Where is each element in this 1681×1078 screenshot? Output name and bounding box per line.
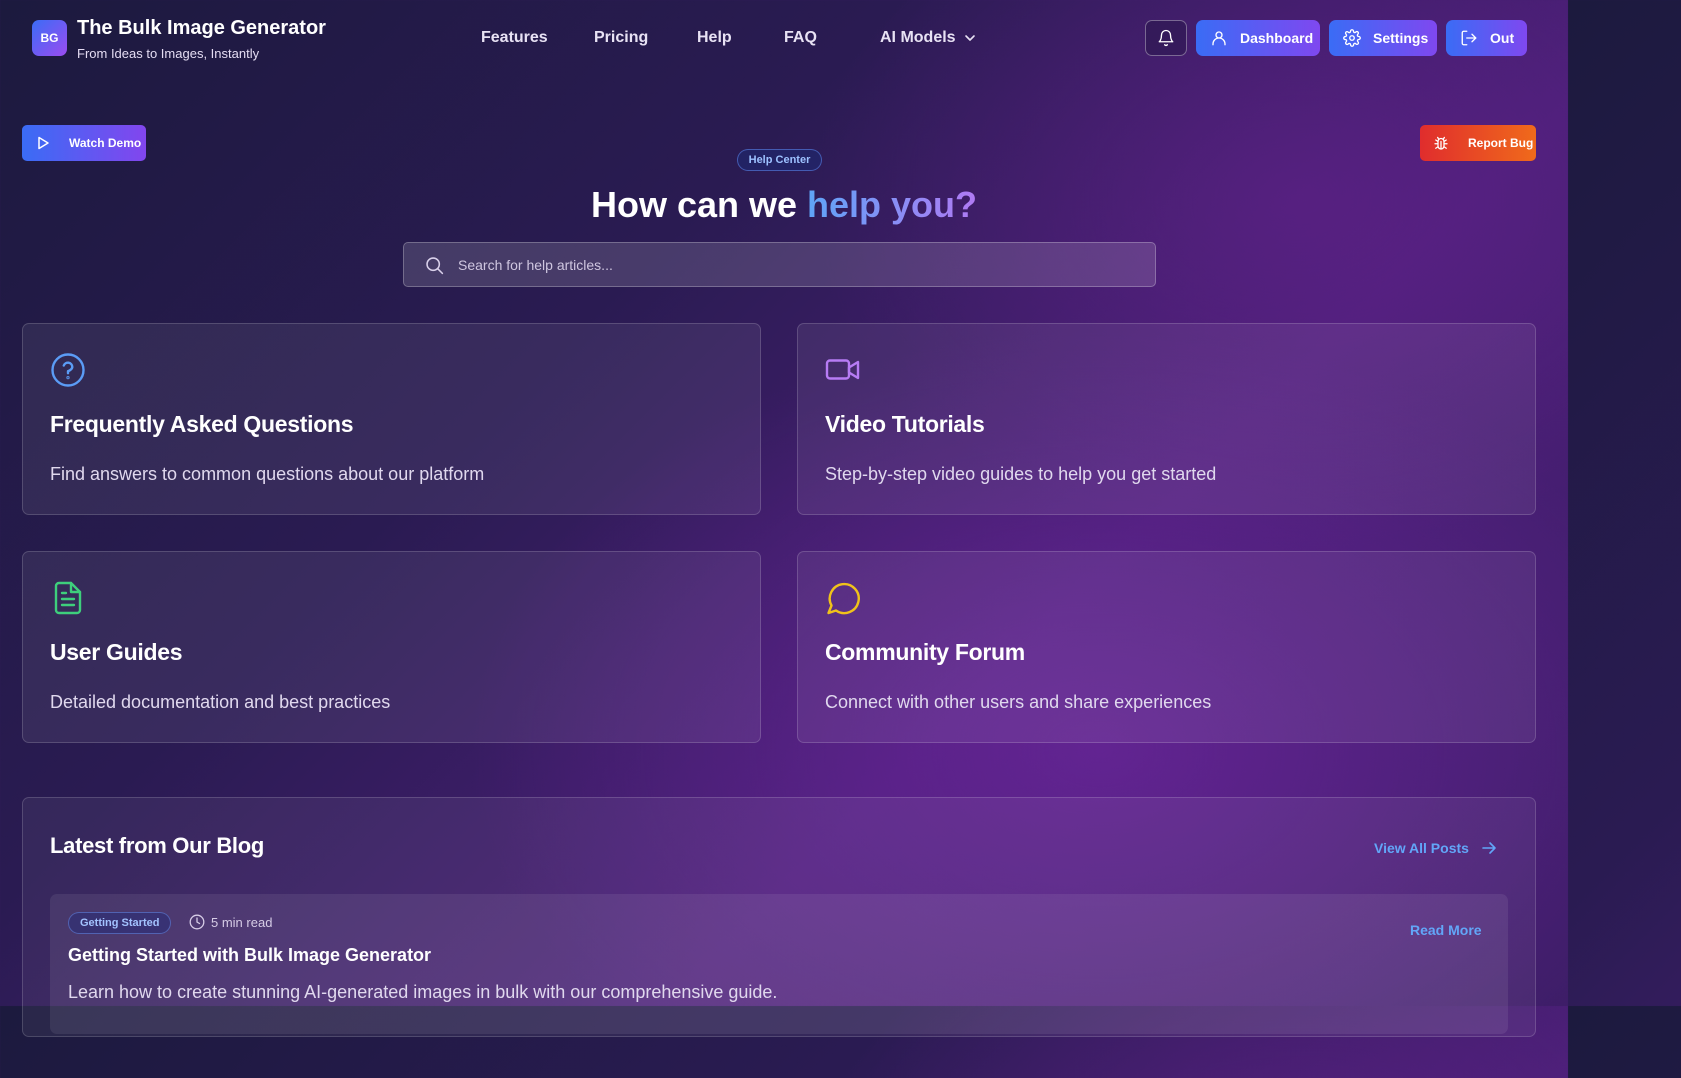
- chat-bubble-icon: [827, 582, 860, 615]
- page-title-plain: How can we: [590, 184, 798, 225]
- card-title: User Guides: [50, 639, 183, 665]
- card-description: Find answers to common questions about o…: [50, 464, 485, 484]
- settings-button[interactable]: Settings: [1329, 20, 1437, 56]
- post-title[interactable]: Getting Started with Bulk Image Generato…: [68, 945, 431, 966]
- logout-label: Out: [1490, 30, 1515, 46]
- page-title-highlight: help you?: [807, 184, 978, 225]
- question-circle-icon: [51, 353, 85, 387]
- post-read-time-label: 5 min read: [211, 914, 273, 930]
- play-icon: [38, 136, 49, 150]
- brand-subtitle: From Ideas to Images, Instantly: [77, 46, 260, 61]
- post-read-time: 5 min read: [189, 914, 272, 930]
- bell-icon: [1158, 29, 1174, 47]
- brand-title[interactable]: The Bulk Image Generator: [77, 17, 326, 40]
- search-icon: [426, 257, 444, 275]
- nav-ai-models-label: AI Models: [880, 29, 956, 46]
- card-description: Detailed documentation and best practice…: [50, 692, 391, 712]
- report-bug-label: Report Bug: [1468, 136, 1534, 150]
- logout-icon: [1461, 30, 1477, 46]
- post-description: Learn how to create stunning AI-generate…: [68, 982, 778, 1002]
- document-icon: [54, 581, 82, 615]
- faq-card[interactable]: Frequently Asked Questions Find answers …: [22, 323, 761, 515]
- logout-button[interactable]: Out: [1446, 20, 1527, 56]
- notifications-button[interactable]: [1145, 20, 1187, 56]
- user-guides-card[interactable]: User Guides Detailed documentation and b…: [22, 551, 761, 743]
- post-category-badge: Getting Started: [68, 912, 172, 934]
- read-more-link[interactable]: Read More: [1410, 922, 1482, 938]
- card-title: Video Tutorials: [825, 411, 985, 437]
- blog-title: Latest from Our Blog: [50, 833, 265, 858]
- card-title: Community Forum: [825, 639, 1025, 665]
- nav-features[interactable]: Features: [481, 29, 548, 47]
- dashboard-label: Dashboard: [1240, 30, 1314, 46]
- watch-demo-button[interactable]: Watch Demo: [22, 125, 146, 161]
- nav-ai-models-dropdown[interactable]: AI Models: [880, 29, 976, 47]
- nav-pricing[interactable]: Pricing: [594, 29, 648, 47]
- view-all-posts-link[interactable]: View All Posts: [1374, 840, 1497, 856]
- gear-icon: [1343, 29, 1361, 47]
- clock-icon: [189, 914, 205, 930]
- user-icon: [1212, 31, 1226, 46]
- settings-label: Settings: [1373, 30, 1429, 46]
- dashboard-button[interactable]: Dashboard: [1196, 20, 1320, 56]
- view-all-posts-label: View All Posts: [1374, 840, 1469, 856]
- card-title: Frequently Asked Questions: [50, 411, 354, 437]
- logo-badge[interactable]: BG: [32, 20, 67, 56]
- chevron-down-icon: [964, 35, 975, 41]
- watch-demo-label: Watch Demo: [69, 136, 142, 150]
- community-forum-card[interactable]: Community Forum Connect with other users…: [797, 551, 1536, 743]
- page-title: How can we help you?: [0, 184, 1568, 226]
- video-tutorials-card[interactable]: Video Tutorials Step-by-step video guide…: [797, 323, 1536, 515]
- nav-help[interactable]: Help: [697, 29, 732, 47]
- top-header: BG The Bulk Image Generator From Ideas t…: [0, 0, 1568, 78]
- report-bug-button[interactable]: Report Bug: [1420, 125, 1536, 161]
- card-description: Connect with other users and share exper…: [825, 692, 1212, 712]
- search-box: [403, 242, 1156, 287]
- video-camera-icon: [825, 359, 860, 380]
- nav-faq[interactable]: FAQ: [784, 29, 817, 47]
- help-center-badge: Help Center: [737, 149, 822, 171]
- search-input[interactable]: [458, 243, 1148, 286]
- bug-icon: [1434, 136, 1448, 150]
- arrow-right-icon: [1482, 842, 1496, 854]
- blog-section: Latest from Our Blog View All Posts Gett…: [22, 797, 1536, 1037]
- blog-post-card[interactable]: Getting Started 5 min read Read More Get…: [50, 894, 1508, 1034]
- card-description: Step-by-step video guides to help you ge…: [825, 464, 1217, 484]
